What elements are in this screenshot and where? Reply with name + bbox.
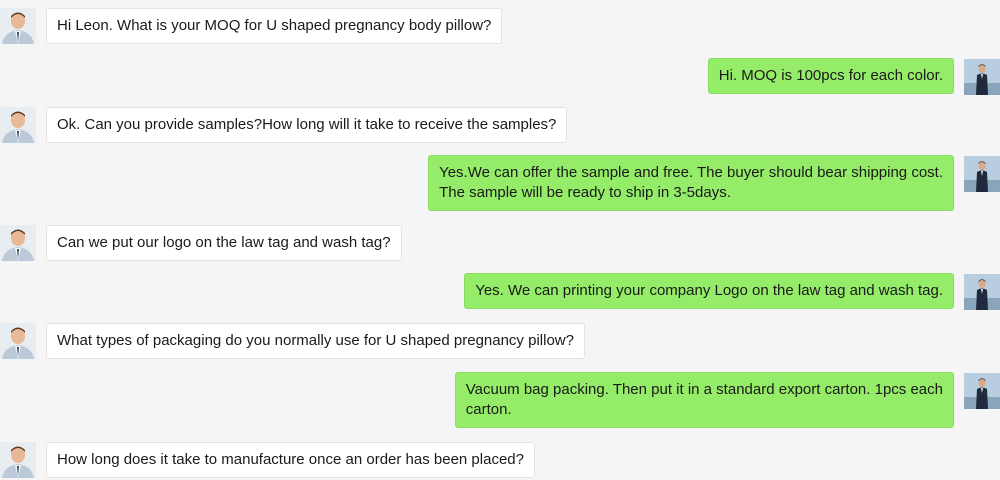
message-bubble: Ok. Can you provide samples?How long wil…: [46, 107, 568, 143]
message-bubble: What types of packaging do you normally …: [46, 323, 585, 359]
chat-message-outgoing: Yes.We can offer the sample and free. Th…: [0, 147, 1000, 217]
message-bubble: How long does it take to manufacture onc…: [46, 442, 535, 478]
leon-avatar[interactable]: [964, 274, 1000, 310]
leon-avatar[interactable]: [964, 59, 1000, 95]
customer-avatar[interactable]: [0, 442, 36, 478]
chat-message-incoming: Ok. Can you provide samples?How long wil…: [0, 99, 1000, 149]
chat-message-outgoing: Yes. We can printing your company Logo o…: [0, 265, 1000, 315]
message-bubble: Yes.We can offer the sample and free. Th…: [428, 155, 954, 211]
message-bubble: Hi Leon. What is your MOQ for U shaped p…: [46, 8, 503, 44]
chat-message-incoming: Hi Leon. What is your MOQ for U shaped p…: [0, 0, 1000, 50]
customer-avatar[interactable]: [0, 107, 36, 143]
chat-message-outgoing: Hi. MOQ is 100pcs for each color.: [0, 50, 1000, 100]
customer-avatar[interactable]: [0, 323, 36, 359]
message-bubble: Can we put our logo on the law tag and w…: [46, 225, 402, 261]
chat-message-incoming: Can we put our logo on the law tag and w…: [0, 217, 1000, 267]
chat-window: Hi Leon. What is your MOQ for U shaped p…: [0, 0, 1000, 480]
message-bubble: Yes. We can printing your company Logo o…: [464, 273, 954, 309]
chat-message-incoming: How long does it take to manufacture onc…: [0, 434, 1000, 480]
message-bubble: Hi. MOQ is 100pcs for each color.: [707, 58, 954, 94]
message-bubble: Vacuum bag packing. Then put it in a sta…: [454, 372, 954, 428]
customer-avatar[interactable]: [0, 225, 36, 261]
leon-avatar[interactable]: [964, 373, 1000, 409]
chat-message-incoming: What types of packaging do you normally …: [0, 315, 1000, 365]
chat-message-outgoing: Vacuum bag packing. Then put it in a sta…: [0, 364, 1000, 434]
customer-avatar[interactable]: [0, 8, 36, 44]
leon-avatar[interactable]: [964, 156, 1000, 192]
